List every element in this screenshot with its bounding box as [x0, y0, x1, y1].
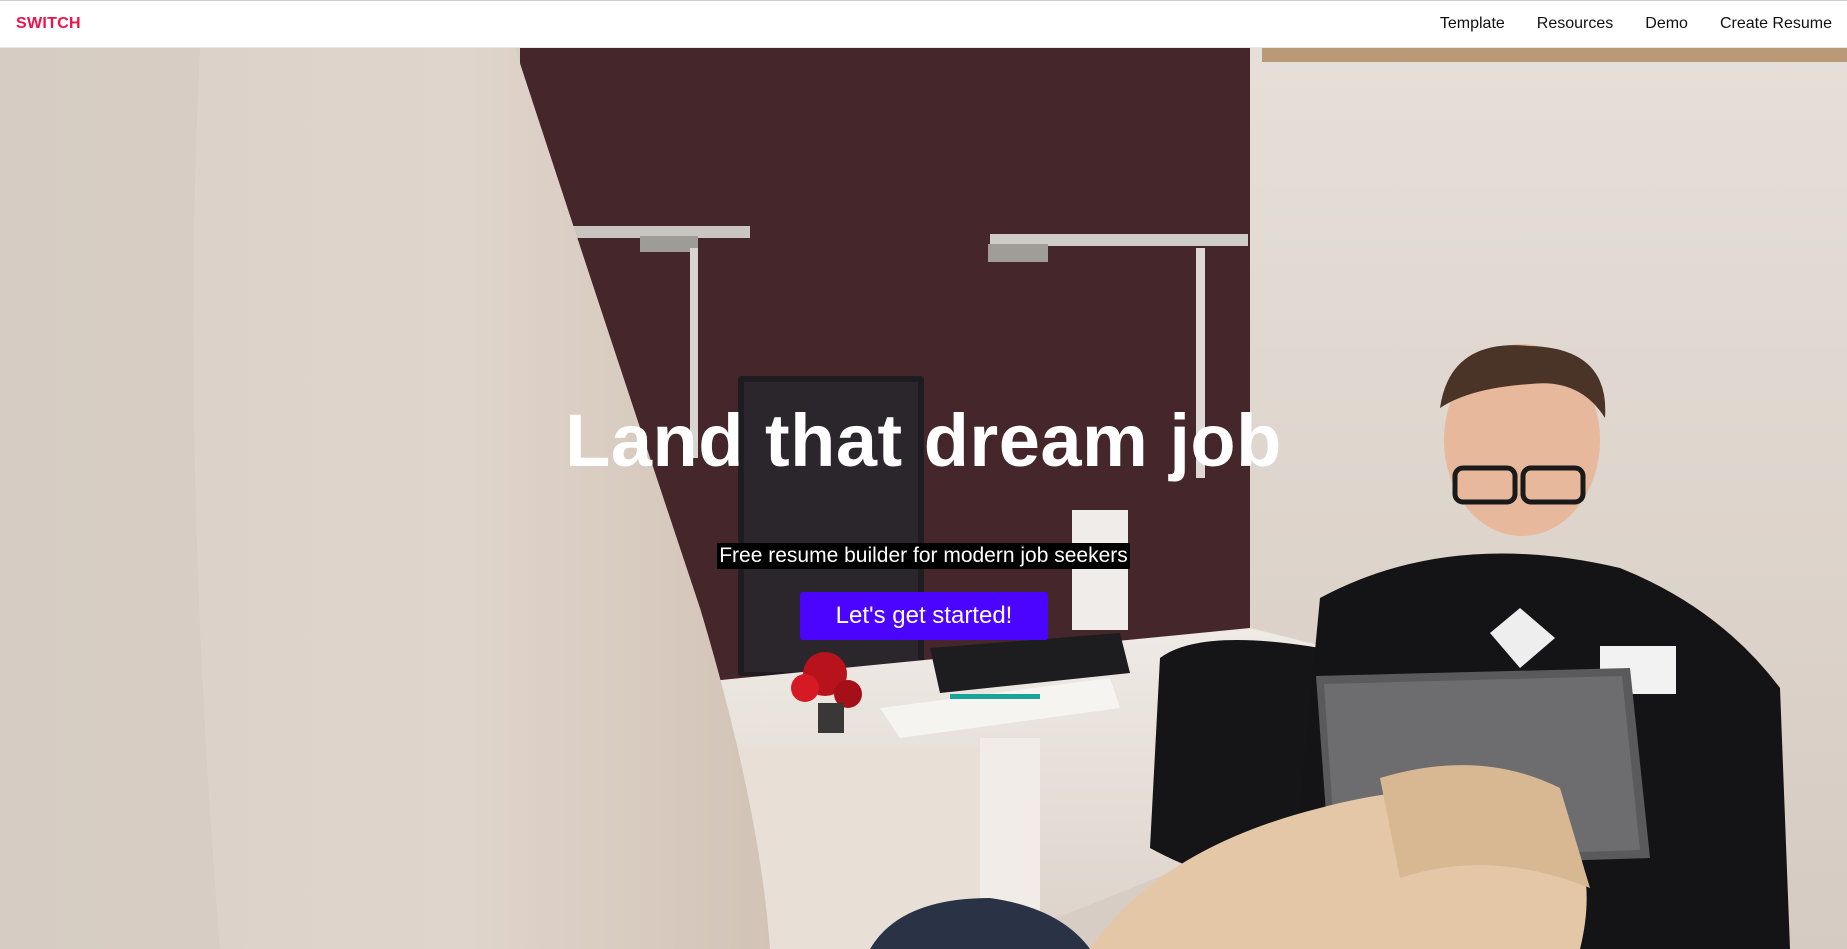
hero-subtitle: Free resume builder for modern job seeke…	[717, 543, 1130, 569]
get-started-button[interactable]: Let's get started!	[800, 592, 1048, 640]
top-navbar: SWITCH Template Resources Demo Create Re…	[0, 0, 1847, 48]
nav-link-create-resume[interactable]: Create Resume	[1720, 15, 1832, 33]
hero-section: Land that dream job Free resume builder …	[0, 48, 1847, 949]
brand-logo-link[interactable]: SWITCH	[16, 15, 81, 33]
nav-link-demo[interactable]: Demo	[1645, 15, 1688, 33]
hero-headline: Land that dream job	[565, 399, 1282, 482]
nav-link-resources[interactable]: Resources	[1537, 15, 1613, 33]
hero-subtitle-wrap: Free resume builder for modern job seeke…	[0, 543, 1847, 569]
hero-background-photo	[0, 48, 1847, 949]
main-nav: Template Resources Demo Create Resume	[1440, 15, 1832, 33]
nav-link-template[interactable]: Template	[1440, 15, 1505, 33]
